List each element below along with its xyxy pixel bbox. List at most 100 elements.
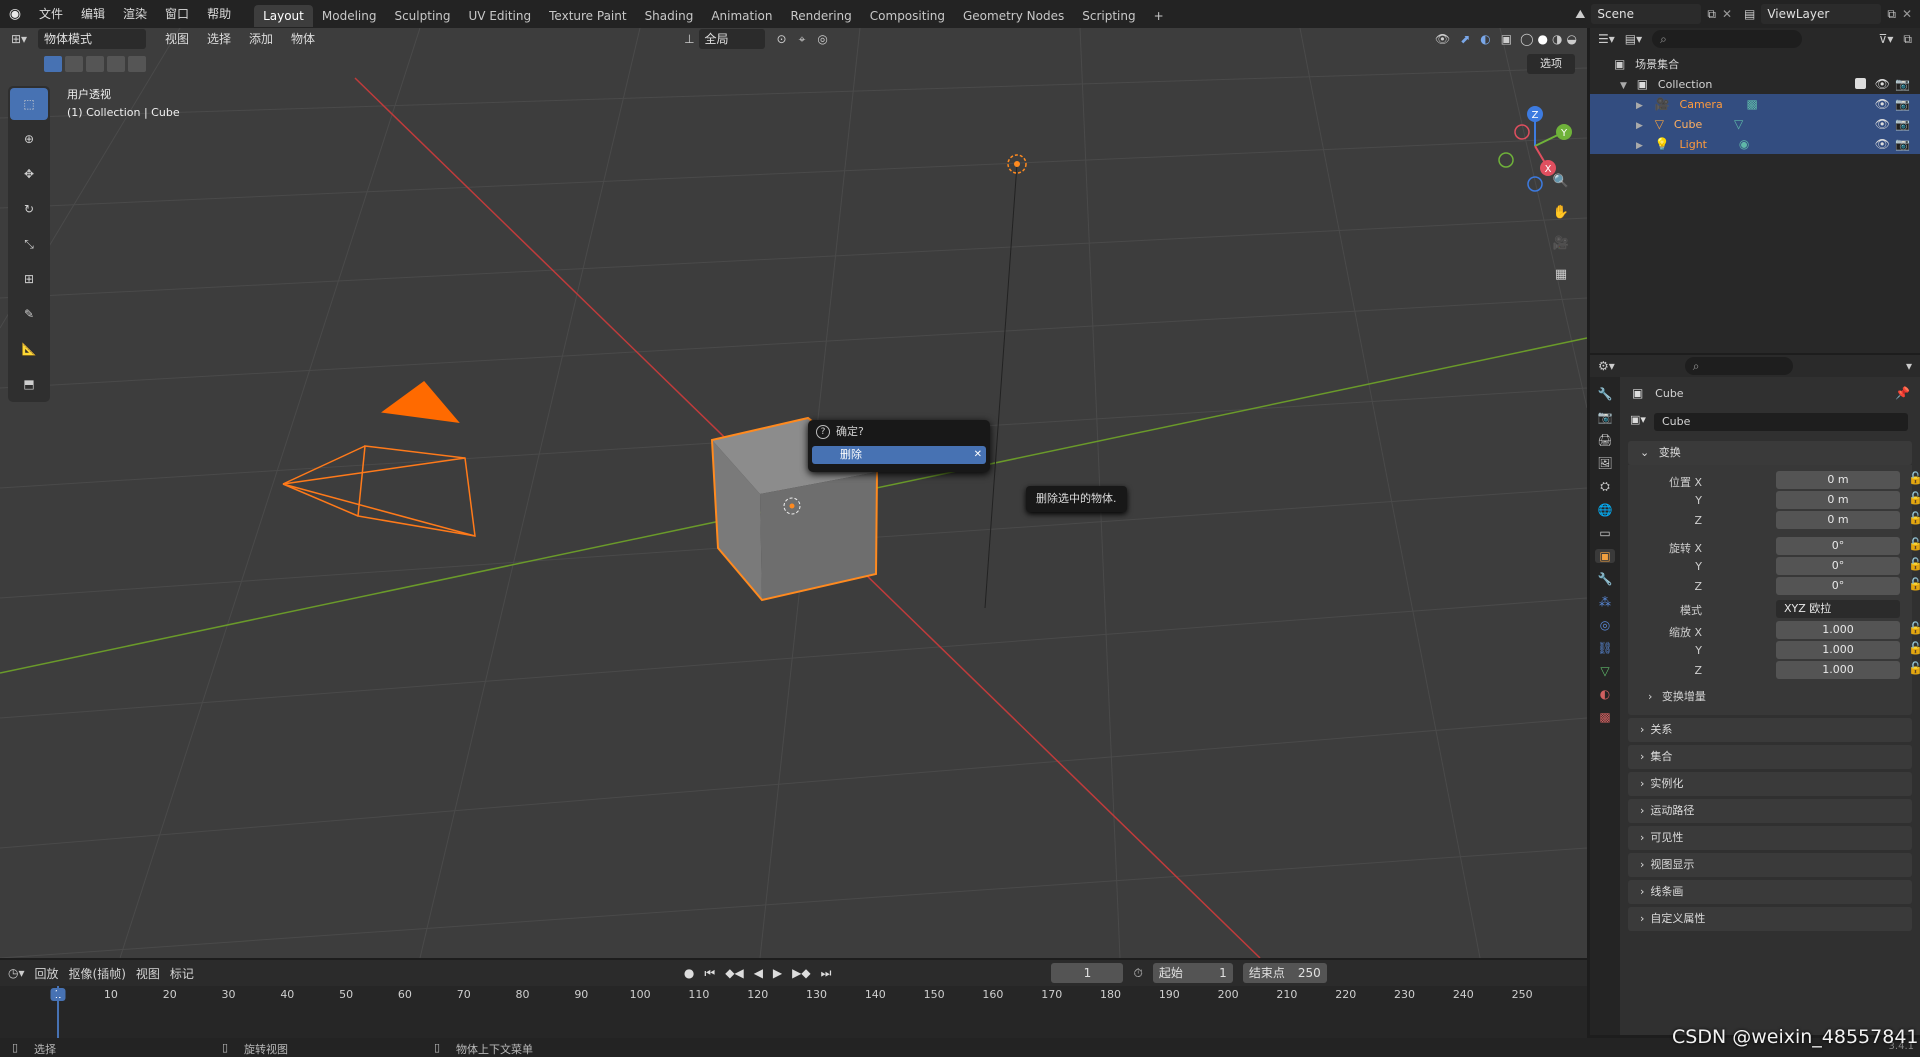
lock-icon[interactable]: 🔓 xyxy=(1908,471,1920,485)
scale-x-field[interactable]: 1.000 xyxy=(1776,621,1900,639)
render-camera-icon[interactable]: 📷 xyxy=(1895,74,1910,94)
gizmo-neg-y-icon[interactable] xyxy=(1498,152,1514,168)
3d-viewport[interactable]: ⊞▾ 物体模式 视图 选择 添加 物体 ⊥ 全局 ⊙ ⌖ ◎ 👁 ⬈ ◐ ▣ ◯… xyxy=(0,28,1587,958)
add-cube-tool[interactable]: ⬒ xyxy=(10,368,48,400)
expand-chevron-icon[interactable]: ▼ xyxy=(1620,81,1627,91)
custom-properties-section-header[interactable]: › 自定义属性 xyxy=(1628,907,1912,931)
material-shading-icon[interactable]: ◑ xyxy=(1552,32,1562,46)
annotate-tool[interactable]: ✎ xyxy=(10,298,48,330)
motion-paths-section-header[interactable]: › 运动路径 xyxy=(1628,799,1912,823)
scene-tab-icon[interactable]: ⛭ xyxy=(1600,479,1610,494)
exclude-checkbox[interactable] xyxy=(1855,78,1866,89)
new-collection-icon[interactable]: ⧉ xyxy=(1903,32,1912,47)
solid-shading-icon[interactable]: ● xyxy=(1538,32,1548,46)
jump-start-icon[interactable]: ⏮ xyxy=(704,966,715,981)
outliner-scene-collection[interactable]: ▣ 场景集合 xyxy=(1590,54,1920,74)
material-tab-icon[interactable]: ◐ xyxy=(1600,687,1610,701)
menu-help[interactable]: 帮助 xyxy=(198,0,240,28)
zoom-icon[interactable]: 🔍 xyxy=(1548,168,1574,194)
rotation-x-field[interactable]: 0° xyxy=(1776,537,1900,555)
lock-icon[interactable]: 🔓 xyxy=(1908,577,1920,591)
location-y-field[interactable]: 0 m xyxy=(1776,491,1900,509)
move-tool[interactable]: ✥ xyxy=(10,158,48,190)
menu-add[interactable]: 添加 xyxy=(240,28,282,50)
tab-scripting[interactable]: Scripting xyxy=(1073,5,1144,27)
outliner-collection[interactable]: ▼ ▣ Collection 👁 📷 xyxy=(1590,74,1920,94)
tab-sculpting[interactable]: Sculpting xyxy=(385,5,459,27)
outliner-search-input[interactable]: ⌕ xyxy=(1652,30,1803,48)
outliner-item-camera[interactable]: ▶ 🎥 Camera ▩ 👁 📷 xyxy=(1590,94,1920,114)
delta-transform-subsection[interactable]: › 变换增量 xyxy=(1628,685,1912,709)
visibility-section-header[interactable]: › 可见性 xyxy=(1628,826,1912,850)
scene-icon[interactable]: ⛰ xyxy=(1575,7,1585,22)
timeline-track[interactable]: 1102030405060708090100110120130140150160… xyxy=(0,986,1587,1040)
line-art-section-header[interactable]: › 线条画 xyxy=(1628,880,1912,904)
proportional-edit-icon[interactable]: ◎ xyxy=(817,32,827,46)
lock-icon[interactable]: 🔓 xyxy=(1908,557,1920,571)
tab-texture-paint[interactable]: Texture Paint xyxy=(540,5,635,27)
properties-editor-icon[interactable]: ⚙▾ xyxy=(1598,359,1615,373)
transform-tool[interactable]: ⊞ xyxy=(10,263,48,295)
select-subtract-icon[interactable] xyxy=(86,56,104,72)
new-view-layer-icon[interactable]: ⧉ xyxy=(1887,7,1896,22)
scale-z-field[interactable]: 1.000 xyxy=(1776,661,1900,679)
menu-view[interactable]: 视图 xyxy=(156,28,198,50)
filter-icon[interactable]: ⊽▾ xyxy=(1879,32,1894,46)
rotation-mode-dropdown[interactable]: XYZ 欧拉 xyxy=(1776,600,1900,618)
properties-search-input[interactable]: ⌕ xyxy=(1684,357,1793,375)
timeline-editor-icon[interactable]: ◷▾ xyxy=(8,966,25,980)
expand-chevron-icon[interactable]: ▶ xyxy=(1636,121,1643,131)
pan-hand-icon[interactable]: ✋ xyxy=(1548,199,1574,225)
expand-chevron-icon[interactable]: ▶ xyxy=(1636,141,1643,151)
object-name-field[interactable]: Cube xyxy=(1654,413,1908,431)
lock-icon[interactable]: 🔓 xyxy=(1908,511,1920,525)
outliner-item-light[interactable]: ▶ 💡 Light ◉ 👁 📷 xyxy=(1590,134,1920,154)
gizmo-neg-z-icon[interactable] xyxy=(1527,176,1543,192)
new-scene-icon[interactable]: ⧉ xyxy=(1707,7,1716,22)
lock-icon[interactable]: 🔓 xyxy=(1908,641,1920,655)
collection-tab-icon[interactable]: ▭ xyxy=(1599,526,1610,540)
rendered-shading-icon[interactable]: ◒ xyxy=(1567,32,1577,46)
modifier-tab-icon[interactable]: 🔧 xyxy=(1598,572,1613,586)
scene-selector[interactable]: Scene xyxy=(1591,4,1702,24)
outliner-editor-icon[interactable]: ☰▾ xyxy=(1598,32,1615,46)
playhead[interactable] xyxy=(57,986,59,1040)
location-z-field[interactable]: 0 m xyxy=(1776,511,1900,529)
instancing-section-header[interactable]: › 实例化 xyxy=(1628,772,1912,796)
eye-icon[interactable]: 👁 xyxy=(1875,134,1890,154)
lock-icon[interactable]: 🔓 xyxy=(1908,491,1920,505)
snap-icon[interactable]: ⌖ xyxy=(799,32,806,47)
options-dropdown[interactable]: 选项 xyxy=(1527,54,1575,74)
menu-window[interactable]: 窗口 xyxy=(156,0,198,28)
view-layer-selector[interactable]: ViewLayer xyxy=(1761,4,1882,24)
delete-scene-icon[interactable]: ✕ xyxy=(1722,7,1732,21)
tab-modeling[interactable]: Modeling xyxy=(313,5,386,27)
rotate-tool[interactable]: ↻ xyxy=(10,193,48,225)
lock-icon[interactable]: 🔓 xyxy=(1908,621,1920,635)
xray-icon[interactable]: ▣ xyxy=(1501,32,1512,46)
measure-tool[interactable]: 📐 xyxy=(10,333,48,365)
select-extend-icon[interactable] xyxy=(65,56,83,72)
start-frame-field[interactable]: 起始 1 xyxy=(1152,963,1233,983)
viewport-display-section-header[interactable]: › 视图显示 xyxy=(1628,853,1912,877)
render-camera-icon[interactable]: 📷 xyxy=(1895,94,1910,114)
stopwatch-icon[interactable]: ⏱ xyxy=(1133,966,1142,981)
overlay-toggle-icon[interactable]: ◐ xyxy=(1480,32,1490,46)
transform-orientation-dropdown[interactable]: 全局 xyxy=(698,29,765,49)
menu-select[interactable]: 选择 xyxy=(198,28,240,50)
lock-icon[interactable]: 🔓 xyxy=(1908,537,1920,551)
world-tab-icon[interactable]: 🌐 xyxy=(1598,503,1613,517)
add-workspace-button[interactable]: + xyxy=(1145,5,1173,27)
select-intersect-icon[interactable] xyxy=(128,56,146,72)
transform-section-header[interactable]: ⌄ 变换 xyxy=(1628,441,1912,465)
tab-rendering[interactable]: Rendering xyxy=(782,5,861,27)
data-tab-icon[interactable]: ▽ xyxy=(1600,664,1609,678)
wireframe-shading-icon[interactable]: ◯ xyxy=(1520,32,1533,46)
display-mode-icon[interactable]: ▤▾ xyxy=(1625,32,1642,46)
timeline-view-menu[interactable]: 视图 xyxy=(136,965,160,982)
camera-view-icon[interactable]: 🎥 xyxy=(1548,230,1574,256)
output-tab-icon[interactable]: 🖨 xyxy=(1597,433,1612,447)
object-tab-icon[interactable]: ▣ xyxy=(1595,549,1615,563)
blender-logo-icon[interactable]: ◉ xyxy=(0,6,30,22)
tab-shading[interactable]: Shading xyxy=(636,5,703,27)
